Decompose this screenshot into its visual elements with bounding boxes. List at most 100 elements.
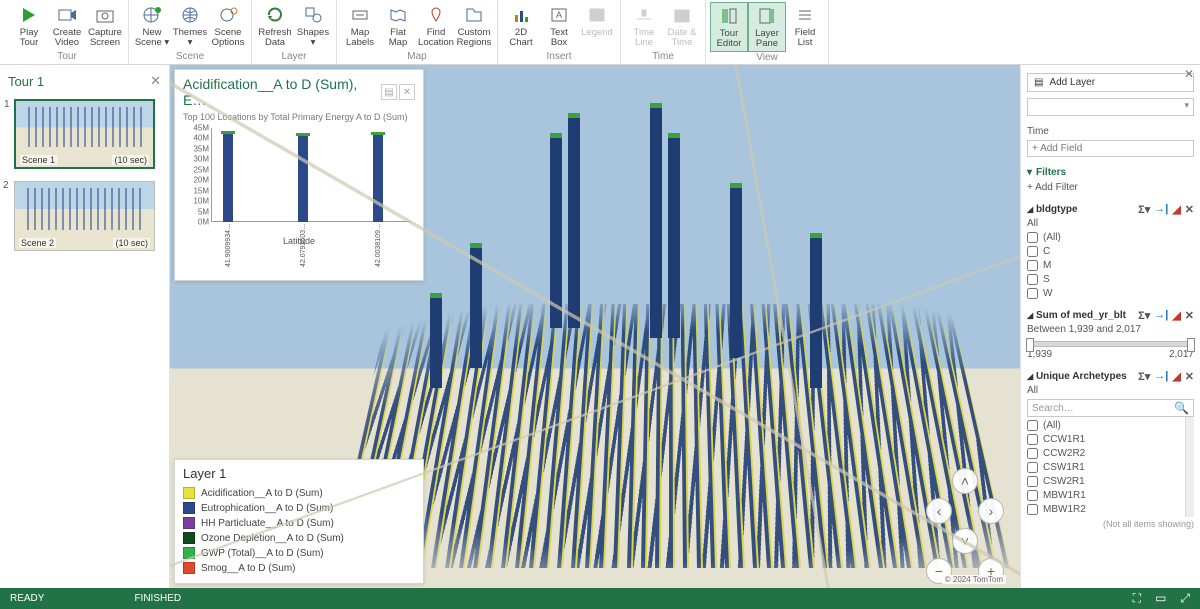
scene-options-button[interactable]: SceneOptions [209,2,247,50]
layerpane-icon [756,5,778,27]
time-section-label: Time [1027,126,1194,137]
remove-icon[interactable]: ✕ [1185,309,1194,322]
clear-icon[interactable]: ◢ [1172,203,1180,216]
filter-option[interactable]: CCW2R2 [1027,448,1194,459]
tilt-up-button[interactable]: ˄ [952,468,978,494]
map-canvas[interactable]: Acidification__A to D (Sum), E… ▤ ✕ Top … [170,65,1020,588]
legend-card[interactable]: Layer 1 Acidification__A to D (Sum)Eutro… [174,459,424,584]
legend-item: GWP (Total)__A to D (Sum) [183,547,415,559]
create-video-button[interactable]: CreateVideo [48,2,86,50]
caret-icon[interactable]: ◢ [1027,311,1033,320]
add-time-field-button[interactable]: + Add Field [1027,140,1194,157]
filter-option[interactable]: CSW1R1 [1027,462,1194,473]
flatmap-icon [387,4,409,26]
legend-swatch [183,487,195,499]
ribbon-group-view: TourEditorLayerPaneFieldListView [706,0,829,64]
filter-option[interactable]: MBW1R1 [1027,490,1194,501]
scene-thumbnail[interactable]: 1 Scene 1 (10 sec) [14,99,155,169]
themes-button[interactable]: Themes▾ [171,2,209,50]
scene-thumbnail[interactable]: 2 Scene 2 (10 sec) [14,181,155,251]
remove-icon[interactable]: ✕ [1185,370,1194,383]
year-range-slider[interactable] [1027,341,1194,347]
chart-subtitle: Top 100 Locations by Total Primary Energ… [183,112,415,122]
chart-plot: 45M40M35M30M25M20M15M10M5M0M 41.9009934…… [183,128,415,238]
layer-select[interactable] [1027,98,1194,116]
clear-icon[interactable]: ◢ [1172,370,1180,383]
timeline-icon [633,4,655,26]
chart-card[interactable]: Acidification__A to D (Sum), E… ▤ ✕ Top … [174,69,424,281]
text-box-button[interactable]: ATextBox [540,2,578,50]
layer-pane-button[interactable]: LayerPane [748,2,786,52]
filter-option[interactable]: (All) [1027,232,1194,243]
pan-right-button[interactable]: › [978,498,1004,524]
caret-down-icon[interactable]: ▾ [1027,167,1032,178]
play-tour-button[interactable]: PlayTour [10,2,48,50]
caret-icon[interactable]: ◢ [1027,205,1033,214]
filter-option[interactable]: MBW1R2 [1027,504,1194,515]
capture-screen-button[interactable]: CaptureScreen [86,2,124,50]
view-mode-icon[interactable]: ▭ [1155,591,1166,606]
caret-icon[interactable]: ◢ [1027,372,1033,381]
ribbon-group-time: TimeLineDate &TimeTime [621,0,706,64]
filter-option[interactable]: M [1027,260,1194,271]
2d-chart-button[interactable]: 2DChart [502,2,540,50]
clear-icon[interactable]: ◢ [1172,309,1180,322]
remove-icon[interactable]: ✕ [1185,203,1194,216]
ribbon-group-tour: PlayTourCreateVideoCaptureScreenTour [6,0,129,64]
close-icon[interactable]: ✕ [1184,67,1194,81]
view-mode-icon[interactable]: ⛶ [1133,591,1141,606]
refresh-data-button[interactable]: RefreshData [256,2,294,50]
sigma-icon[interactable]: Σ▾ [1138,203,1150,216]
zoom-in-button[interactable]: + [978,558,1004,584]
filter-option[interactable]: W [1027,288,1194,299]
close-icon[interactable]: ✕ [150,73,161,89]
legend-button: Legend [578,2,616,50]
shapes-button[interactable]: Shapes▾ [294,2,332,50]
sigma-icon[interactable]: Σ▾ [1138,309,1150,322]
filter-option[interactable]: S [1027,274,1194,285]
filter-option[interactable]: CCW1R1 [1027,434,1194,445]
chart-title: Acidification__A to D (Sum), E… [183,76,381,108]
custom-regions-button[interactable]: CustomRegions [455,2,493,50]
tilt-down-button[interactable]: ˅ [952,528,978,554]
add-layer-button[interactable]: ▤ Add Layer [1027,73,1194,92]
new-scene-button[interactable]: NewScene ▾ [133,2,171,50]
chart-close-icon[interactable]: ✕ [399,84,415,100]
filter-option[interactable]: (All) [1027,420,1194,431]
status-ready: READY [10,593,44,604]
tour-editor-button[interactable]: TourEditor [710,2,748,52]
legend-swatch [183,517,195,529]
add-filter-button[interactable]: + Add Filter [1027,182,1194,193]
globe-icon [179,4,201,26]
arrow-icon[interactable]: →| [1154,309,1168,322]
time-line-button: TimeLine [625,2,663,50]
tour-title: Tour 1 [8,74,44,89]
legend-swatch [183,547,195,559]
legend-item: Smog__A to D (Sum) [183,562,415,574]
legend-swatch [183,502,195,514]
chart-bar [298,136,308,222]
search-icon[interactable]: 🔍 [1174,401,1189,415]
archetype-search-input[interactable]: Search… 🔍 [1027,399,1194,417]
tour-editor-pane: Tour 1 ✕ 1 Scene 1 (10 sec) 2 Scene 2 (10… [0,65,170,588]
legend-item: Ozone Depletion__A to D (Sum) [183,532,415,544]
date-time-button: Date &Time [663,2,701,50]
filter-year: ◢ Sum of med_yr_blt Σ▾ →| ◢ ✕ Between 1,… [1027,309,1194,360]
arrow-icon[interactable]: →| [1154,370,1168,383]
scrollbar-thumb[interactable] [1187,427,1193,467]
pan-left-button[interactable]: ‹ [926,498,952,524]
zoom-out-button[interactable]: − [926,558,952,584]
map-labels-button[interactable]: MapLabels [341,2,379,50]
status-finished: FINISHED [134,593,181,604]
filter-option[interactable]: C [1027,246,1194,257]
play-icon [18,4,40,26]
svg-text:A: A [556,10,562,20]
flat-map-button[interactable]: FlatMap [379,2,417,50]
find-location-button[interactable]: FindLocation [417,2,455,50]
sigma-icon[interactable]: Σ▾ [1138,370,1150,383]
chart-settings-icon[interactable]: ▤ [381,84,397,100]
filter-option[interactable]: CSW2R1 [1027,476,1194,487]
field-list-button[interactable]: FieldList [786,2,824,52]
fullscreen-icon[interactable]: ⤢ [1180,591,1190,606]
arrow-icon[interactable]: →| [1154,203,1168,216]
